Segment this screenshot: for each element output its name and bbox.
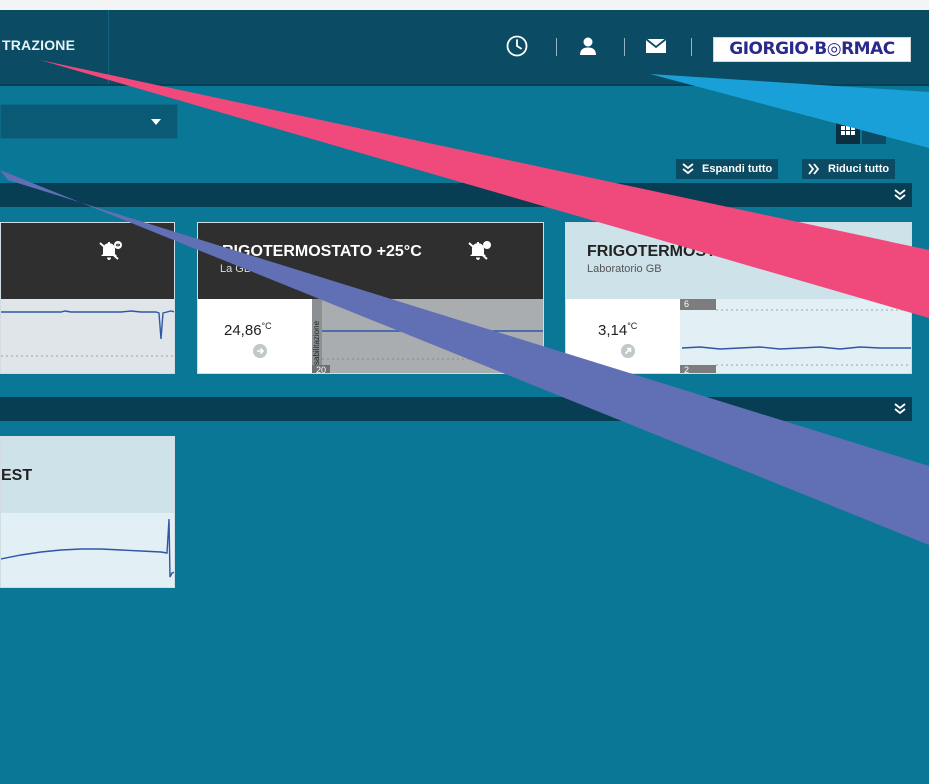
grid-view-button[interactable] [836, 120, 860, 144]
chevron-down-icon [151, 119, 161, 125]
sensor-value: 3,14°C [598, 321, 637, 339]
sensor-value: 24,86°C [224, 321, 272, 339]
sensor-trend-chart [1, 299, 174, 373]
double-chevron-down-icon [682, 163, 694, 175]
sensor-value-unit: °C [261, 321, 272, 331]
sensor-value-number: 24,86 [224, 322, 262, 339]
double-chevron-down-icon[interactable] [894, 402, 906, 416]
sensor-value-unit: °C [627, 321, 638, 331]
card-title: FRIGOTERMOST [587, 243, 716, 260]
browser-top-strip [0, 0, 929, 10]
alarm-muted-bell-icon[interactable] [466, 240, 492, 262]
group-header-bar[interactable] [0, 183, 912, 207]
logo-text: GIORGIO·B◎RMAC [729, 39, 895, 59]
expand-all-button[interactable]: Espandi tutto [676, 159, 779, 179]
card-subtitle: Laboratorio GB [587, 263, 662, 275]
axis-tick-label: 6 [680, 299, 694, 309]
double-chevron-right-icon [808, 163, 820, 175]
nav-separator [624, 38, 625, 56]
card-title: EST [1, 467, 33, 484]
company-logo[interactable]: GIORGIO·B◎RMAC [713, 37, 911, 62]
disabled-side-label: sabilitazione [312, 320, 321, 365]
sensor-trend-chart [680, 299, 911, 373]
collapse-all-button[interactable]: Riduci tutto [802, 159, 896, 179]
double-chevron-down-icon[interactable] [894, 188, 906, 202]
mail-icon[interactable] [644, 34, 668, 58]
sensor-card[interactable]: EST [0, 436, 175, 588]
nav-separator [691, 38, 692, 56]
grid-icon [841, 126, 855, 135]
list-view-button[interactable] [862, 120, 886, 144]
top-navbar: TRAZIONE GIORGIO·B◎RMAC [0, 10, 929, 86]
history-clock-icon[interactable] [505, 34, 529, 58]
card-title: RIGOTERMOSTATO +25°C [222, 243, 422, 260]
expand-all-label: Espandi tutto [702, 163, 773, 175]
trend-arrow-right-icon [253, 344, 267, 358]
sensor-trend-chart [312, 299, 543, 373]
alarm-muted-bell-icon[interactable] [97, 240, 123, 262]
location-select[interactable] [0, 104, 178, 139]
card-header [566, 223, 911, 299]
user-icon[interactable] [576, 34, 600, 58]
group-header-bar[interactable] [0, 397, 912, 421]
sensor-card[interactable]: RIGOTERMOSTATO +25°C La GB 24,86°C sabil… [197, 222, 544, 374]
sensor-value-number: 3,14 [598, 322, 628, 339]
nav-tab-administration[interactable]: TRAZIONE [0, 10, 109, 84]
axis-tick-label: 20 [312, 365, 331, 373]
sensor-card[interactable]: FRIGOTERMOST Laboratorio GB 3,14°C 6 2 [565, 222, 912, 374]
nav-separator [556, 38, 557, 56]
collapse-all-label: Riduci tutto [828, 163, 890, 175]
sensor-card[interactable] [0, 222, 175, 374]
nav-tab-label: TRAZIONE [2, 37, 76, 53]
trend-arrow-up-right-icon [621, 344, 635, 358]
axis-tick-label: 2 [680, 365, 694, 373]
card-subtitle: La GB [220, 263, 252, 275]
sensor-trend-chart [1, 513, 174, 587]
card-header [1, 223, 174, 299]
